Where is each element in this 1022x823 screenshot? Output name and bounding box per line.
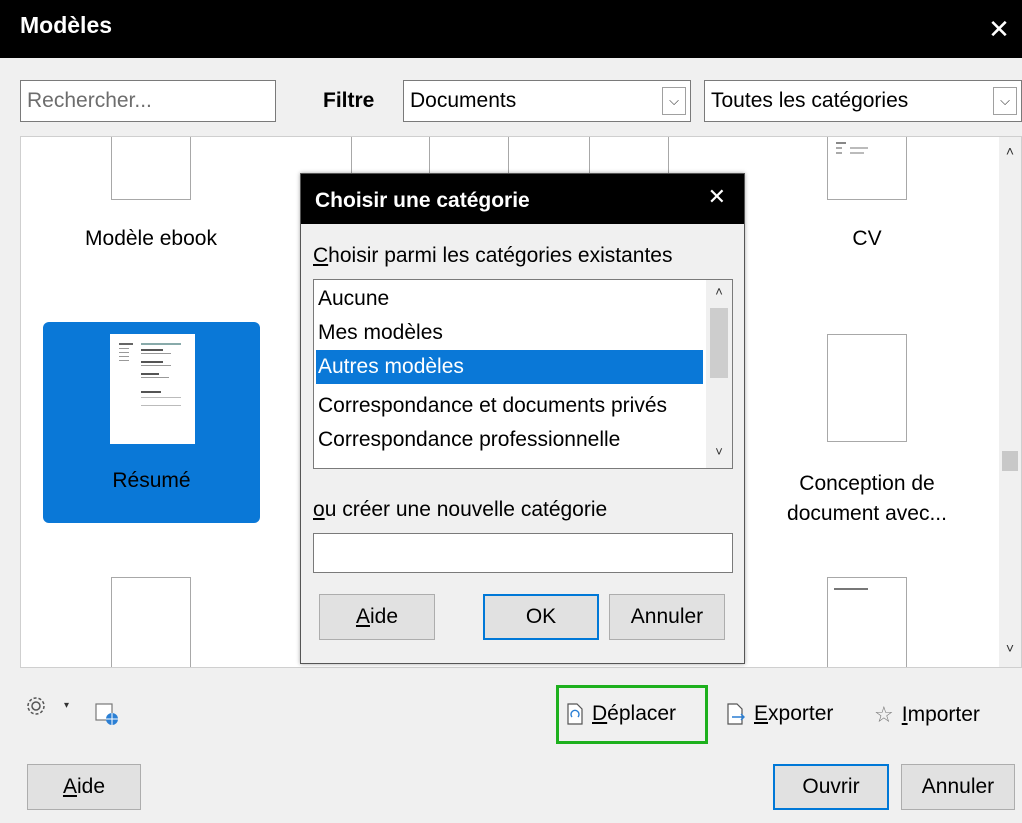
scroll-up-icon[interactable]: ˄ <box>999 143 1021 159</box>
filter-label: Filtre <box>323 89 375 112</box>
online-templates-icon[interactable] <box>94 700 120 726</box>
template-label-line: document avec... <box>787 502 947 525</box>
template-item-selected[interactable]: Résumé <box>43 322 260 523</box>
new-category-input[interactable] <box>313 533 733 573</box>
template-scrollbar[interactable]: ˄ ˅ <box>999 137 1021 667</box>
caret-down-icon[interactable]: ▾ <box>64 700 69 711</box>
list-item-selected[interactable]: Autres modèles <box>316 350 703 384</box>
search-input[interactable] <box>20 80 276 122</box>
move-icon <box>567 703 583 725</box>
dialog-cancel-button[interactable]: Annuler <box>609 594 725 640</box>
export-icon <box>727 703 745 725</box>
import-label: Importer <box>901 703 980 726</box>
list-item[interactable]: Aucune <box>316 282 703 316</box>
cancel-button[interactable]: Annuler <box>901 764 1015 810</box>
window-title: Modèles <box>20 12 113 38</box>
chevron-down-icon[interactable]: ⌵ <box>662 87 686 115</box>
dialog-title: Choisir une catégorie <box>315 189 530 212</box>
title-bar: Modèles ✕ <box>0 0 1022 58</box>
document-preview-icon <box>119 343 181 406</box>
list-item[interactable]: Correspondance et documents privés <box>316 389 703 423</box>
export-button[interactable]: Exporter <box>726 702 833 726</box>
templates-window: Modèles ✕ Filtre Documents ⌵ Toutes les … <box>0 0 1022 823</box>
template-label[interactable]: CV <box>767 227 967 251</box>
move-label: Déplacer <box>592 702 677 725</box>
category-value: Toutes les catégories <box>711 89 909 112</box>
template-thumbnail[interactable] <box>110 334 195 444</box>
template-thumbnail[interactable] <box>827 334 907 442</box>
star-icon: ☆ <box>874 702 894 727</box>
ok-button[interactable]: OK <box>483 594 599 640</box>
filter-value: Documents <box>410 89 517 112</box>
scroll-up-icon[interactable]: ˄ <box>706 284 732 299</box>
scroll-down-icon[interactable]: ˅ <box>706 444 732 459</box>
list-scrollbar[interactable]: ˄ ˅ <box>706 280 732 468</box>
template-thumbnail[interactable] <box>827 577 907 667</box>
dialog-help-button[interactable]: Aide <box>319 594 435 640</box>
choose-category-dialog: Choisir une catégorie ✕ Choisir parmi le… <box>300 173 745 664</box>
close-icon[interactable]: ✕ <box>976 0 1022 58</box>
template-thumbnail[interactable] <box>111 577 191 667</box>
scrollbar-thumb[interactable] <box>1002 451 1018 471</box>
new-category-label: ou créer une nouvelle catégorie <box>313 498 608 521</box>
help-button[interactable]: Aide <box>27 764 141 810</box>
scroll-down-icon[interactable]: ˅ <box>999 640 1021 656</box>
list-item[interactable]: Correspondance professionnelle <box>316 423 703 457</box>
dialog-title-bar: Choisir une catégorie ✕ <box>301 174 744 224</box>
chevron-down-icon[interactable]: ⌵ <box>993 87 1017 115</box>
list-item[interactable]: Mes modèles <box>316 316 703 350</box>
template-label[interactable]: Conception de document avec... <box>761 469 973 529</box>
document-preview-icon <box>834 588 868 590</box>
template-label-line: Conception de <box>799 472 935 495</box>
template-thumbnail[interactable] <box>827 137 907 200</box>
close-icon[interactable]: ✕ <box>708 184 726 210</box>
category-dropdown[interactable]: Toutes les catégories ⌵ <box>704 80 1022 122</box>
scrollbar-thumb[interactable] <box>710 308 728 378</box>
template-label[interactable]: Modèle ebook <box>41 227 261 251</box>
gear-icon[interactable] <box>24 694 48 718</box>
template-label[interactable]: Résumé <box>43 469 260 493</box>
category-list[interactable]: Aucune Mes modèles Autres modèles Corres… <box>313 279 733 469</box>
import-button[interactable]: ☆ Importer <box>874 702 980 728</box>
move-button[interactable]: Déplacer <box>566 702 676 726</box>
document-preview-icon <box>836 142 868 154</box>
open-button[interactable]: Ouvrir <box>773 764 889 810</box>
template-thumbnail[interactable] <box>111 137 191 200</box>
existing-categories-label: Choisir parmi les catégories existantes <box>313 244 673 267</box>
filter-dropdown[interactable]: Documents ⌵ <box>403 80 691 122</box>
export-label: Exporter <box>754 702 834 725</box>
